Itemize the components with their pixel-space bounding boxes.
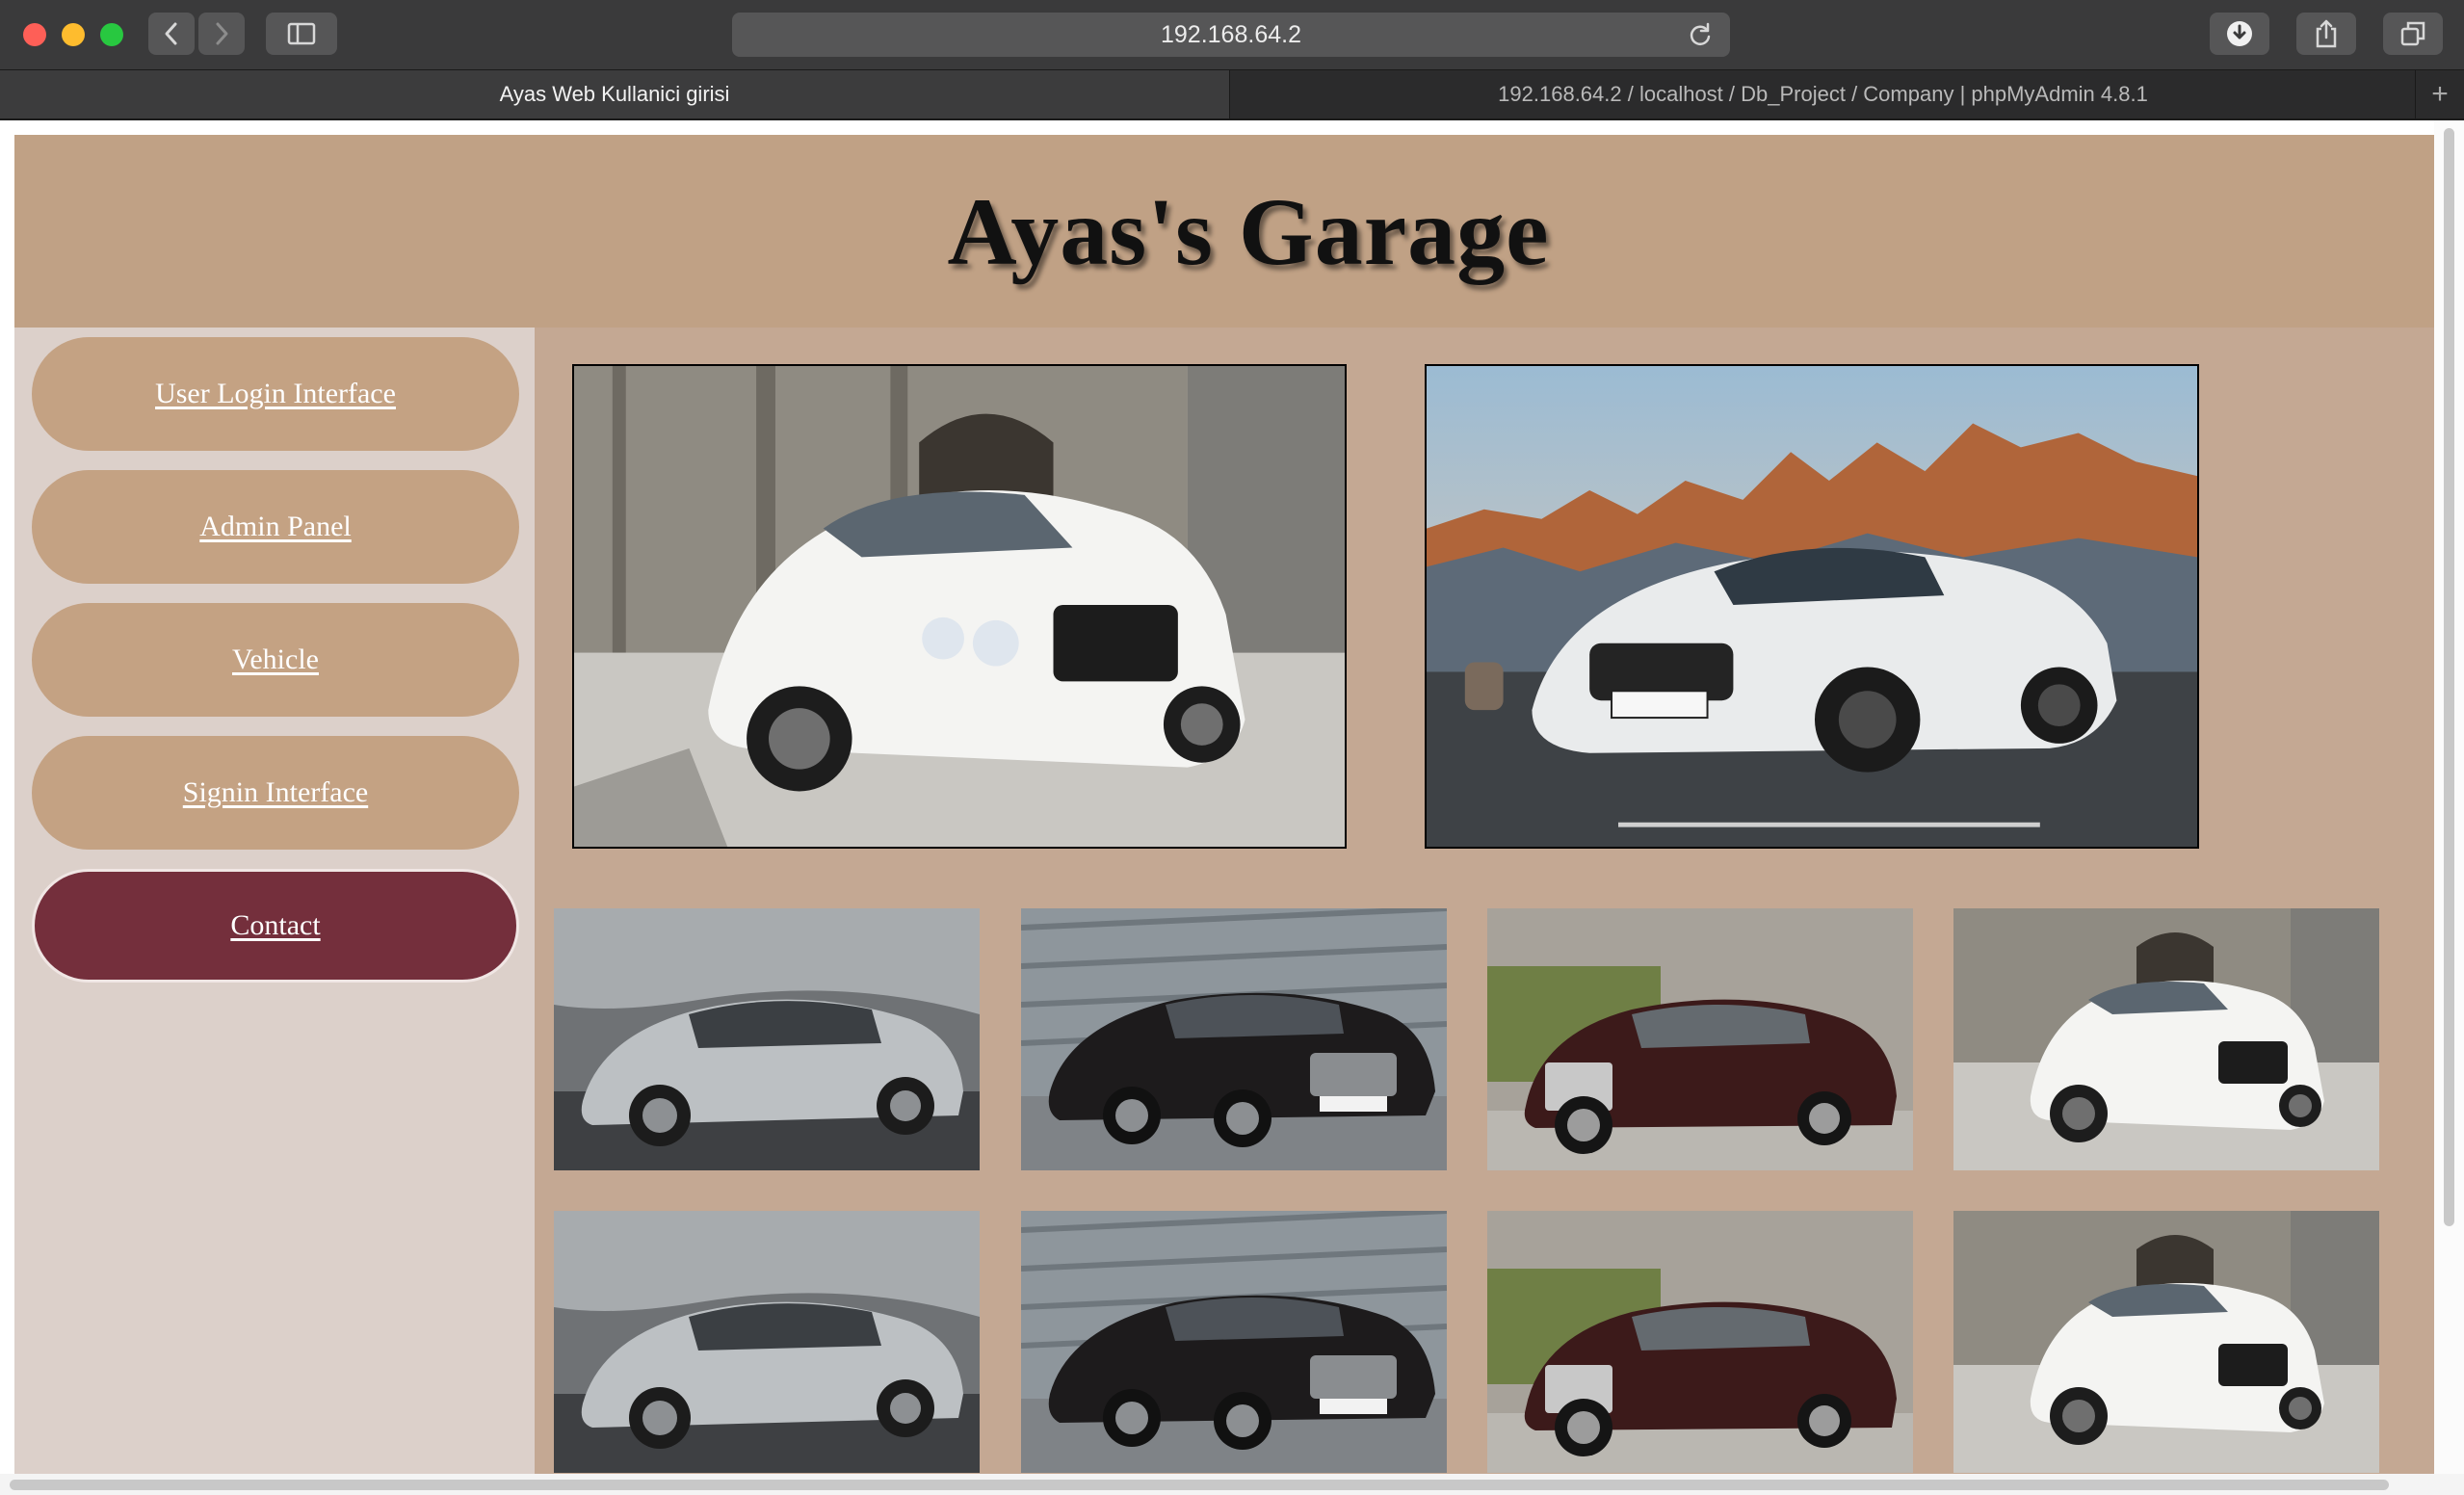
address-text: 192.168.64.2 bbox=[1161, 20, 1301, 48]
tabs-icon bbox=[2400, 21, 2425, 46]
grid-car-image-white-coupe bbox=[1953, 908, 2379, 1170]
site-title: Ayas's Garage bbox=[947, 177, 1550, 285]
nav-signin[interactable]: Signin Interface bbox=[32, 736, 519, 850]
tab-overview-button[interactable] bbox=[2383, 13, 2443, 55]
nav-contact[interactable]: Contact bbox=[32, 869, 519, 983]
featured-car-image-2 bbox=[1425, 364, 2199, 849]
grid-car-image-red-sedan bbox=[1487, 1211, 1913, 1473]
tab-phpmyadmin[interactable]: 192.168.64.2 / localhost / Db_Project / … bbox=[1231, 70, 2416, 118]
plus-icon: + bbox=[2431, 78, 2449, 110]
tab-ayas-login[interactable]: Ayas Web Kullanici girisi bbox=[0, 70, 1230, 118]
chevron-left-icon bbox=[165, 22, 177, 45]
new-tab-button[interactable]: + bbox=[2416, 70, 2464, 118]
tab-bar: Ayas Web Kullanici girisi 192.168.64.2 /… bbox=[0, 69, 2464, 119]
horizontal-scrollbar-thumb[interactable] bbox=[10, 1480, 2389, 1490]
browser-toolbar: 192.168.64.2 bbox=[0, 0, 2464, 69]
vertical-scrollbar[interactable] bbox=[2434, 120, 2464, 1474]
download-icon bbox=[2227, 21, 2252, 46]
zoom-window-button[interactable] bbox=[100, 23, 123, 46]
close-window-button[interactable] bbox=[23, 23, 46, 46]
address-bar[interactable]: 192.168.64.2 bbox=[732, 13, 1730, 57]
nav-admin-panel[interactable]: Admin Panel bbox=[32, 470, 519, 584]
grid-car-image-black-sedan bbox=[1021, 908, 1447, 1170]
nav-vehicle[interactable]: Vehicle bbox=[32, 603, 519, 717]
page-viewport: Ayas's Garage User Login Interface Admin… bbox=[0, 120, 2464, 1495]
tab-label: 192.168.64.2 / localhost / Db_Project / … bbox=[1498, 82, 2148, 106]
grid-car-image-silver-sedan bbox=[554, 908, 980, 1170]
site-header: Ayas's Garage bbox=[14, 135, 2434, 328]
reload-icon[interactable] bbox=[1688, 22, 1713, 47]
sidebar-nav: User Login Interface Admin Panel Vehicle… bbox=[14, 328, 535, 1483]
back-button[interactable] bbox=[148, 13, 195, 55]
page-body: Ayas's Garage User Login Interface Admin… bbox=[14, 135, 2434, 1483]
grid-car-image-black-sedan bbox=[1021, 1211, 1447, 1473]
minimize-window-button[interactable] bbox=[62, 23, 85, 46]
vertical-scrollbar-thumb[interactable] bbox=[2444, 128, 2454, 1226]
sidebar-toggle-button[interactable] bbox=[266, 13, 337, 55]
grid-car-image-red-sedan bbox=[1487, 908, 1913, 1170]
chevron-right-icon bbox=[216, 22, 228, 45]
share-button[interactable] bbox=[2296, 13, 2356, 55]
downloads-button[interactable] bbox=[2210, 13, 2269, 55]
gallery bbox=[535, 328, 2434, 1483]
featured-car-image-1 bbox=[572, 364, 1347, 849]
tab-label: Ayas Web Kullanici girisi bbox=[499, 82, 730, 106]
forward-button[interactable] bbox=[198, 13, 245, 55]
sidebar-icon bbox=[287, 22, 316, 45]
grid-car-image-white-coupe bbox=[1953, 1211, 2379, 1473]
share-icon bbox=[2316, 19, 2337, 48]
nav-user-login[interactable]: User Login Interface bbox=[32, 337, 519, 451]
horizontal-scrollbar[interactable] bbox=[0, 1474, 2464, 1495]
grid-car-image-silver-sedan bbox=[554, 1211, 980, 1473]
